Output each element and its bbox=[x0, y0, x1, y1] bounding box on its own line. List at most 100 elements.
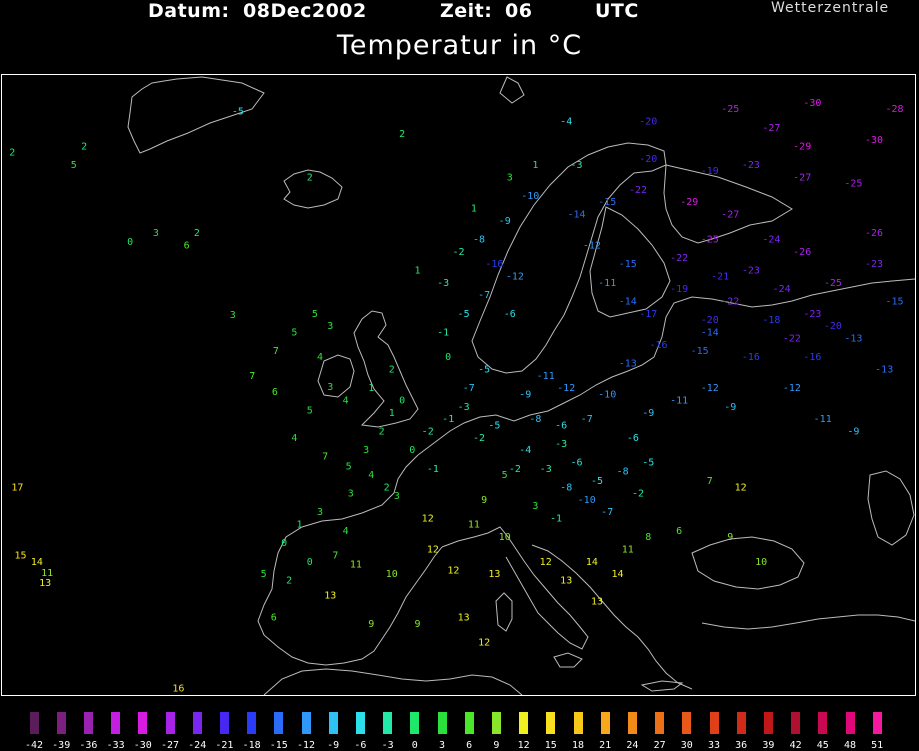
temperature-value: -19 bbox=[670, 284, 688, 295]
legend-item: 45 bbox=[809, 706, 837, 751]
temperature-value: 1 bbox=[389, 408, 395, 419]
legend-label: 21 bbox=[599, 740, 612, 751]
temperature-value: 3 bbox=[348, 489, 354, 500]
temperature-value: -12 bbox=[701, 383, 719, 394]
legend-label: 12 bbox=[517, 740, 530, 751]
temperature-value: -16 bbox=[485, 259, 503, 270]
temperature-value: 1 bbox=[368, 383, 374, 394]
zeit-value: 06 bbox=[505, 0, 533, 22]
legend-item: -39 bbox=[47, 706, 75, 751]
temperature-value: -6 bbox=[627, 433, 639, 444]
legend-label: -15 bbox=[269, 740, 288, 751]
temperature-value: -5 bbox=[458, 309, 470, 320]
temperature-value: -26 bbox=[865, 228, 883, 239]
legend-label: 33 bbox=[707, 740, 721, 751]
temperature-value: 0 bbox=[127, 237, 133, 248]
coast-black-sea bbox=[691, 536, 805, 590]
legend-label: -9 bbox=[327, 740, 340, 751]
temperature-value: -7 bbox=[601, 507, 613, 518]
coast-crete bbox=[640, 680, 684, 692]
legend-swatch bbox=[410, 712, 420, 734]
legend-label: 18 bbox=[571, 740, 585, 751]
temperature-value: 7 bbox=[249, 371, 255, 382]
legend-label: 3 bbox=[438, 740, 446, 751]
temperature-value: -6 bbox=[504, 309, 516, 320]
temperature-value: 2 bbox=[379, 427, 385, 438]
temperature-value: -12 bbox=[506, 272, 524, 283]
temperature-map: 17 15 14 11 13 16 2 3 7 6 5 4 3 4 7 5 4 7 5 3 2 1 0 3 4 2 3 12 -1 0 -2… bbox=[1, 74, 916, 696]
temperature-value: -20 bbox=[639, 117, 657, 128]
temperature-value: -30 bbox=[803, 98, 821, 109]
legend-item: -15 bbox=[265, 706, 293, 751]
temperature-value: -13 bbox=[875, 365, 893, 376]
legend-item: 30 bbox=[673, 706, 701, 751]
temperature-value: -27 bbox=[762, 123, 780, 134]
temperature-value: -8 bbox=[560, 482, 572, 493]
legend-swatch bbox=[627, 712, 637, 734]
temperature-value: -23 bbox=[865, 259, 883, 270]
legend-item: -27 bbox=[156, 706, 184, 751]
timezone-label: UTC bbox=[595, 0, 639, 22]
temperature-value: 6 bbox=[272, 387, 278, 398]
temperature-value: 2 bbox=[194, 228, 200, 239]
temperature-value: 0 bbox=[399, 396, 405, 407]
temperature-value: 6 bbox=[676, 526, 682, 537]
temperature-value: -26 bbox=[793, 247, 811, 258]
temperature-value: -7 bbox=[478, 290, 490, 301]
temperature-value: 5 bbox=[71, 160, 77, 171]
coast-svalbard bbox=[499, 76, 525, 104]
temperature-value: -7 bbox=[581, 414, 593, 425]
temperature-value: -20 bbox=[701, 315, 719, 326]
temperature-value: 13 bbox=[458, 613, 470, 624]
temperature-value: 5 bbox=[502, 470, 508, 481]
temperature-value: -15 bbox=[619, 259, 637, 270]
legend-swatch bbox=[709, 712, 719, 734]
temperature-value: -12 bbox=[783, 383, 801, 394]
temperature-value: -12 bbox=[583, 241, 601, 252]
coast-iceland bbox=[283, 169, 343, 209]
temperature-value: 3 bbox=[327, 321, 333, 332]
temperature-value: 4 bbox=[291, 433, 297, 444]
temperature-value: 10 bbox=[499, 532, 511, 543]
map-title: Temperatur in °C bbox=[336, 30, 583, 61]
legend-swatch bbox=[274, 712, 284, 734]
legend-label: 30 bbox=[680, 740, 693, 751]
temperature-value: 1 bbox=[471, 203, 477, 214]
temperature-value: 0 bbox=[281, 538, 287, 549]
temperature-value: -29 bbox=[793, 141, 811, 152]
temperature-value: -7 bbox=[463, 383, 475, 394]
temperature-value: -5 bbox=[232, 107, 244, 118]
temperature-value: 4 bbox=[343, 396, 349, 407]
legend-swatch bbox=[219, 712, 229, 734]
legend-label: 9 bbox=[493, 740, 500, 751]
legend-swatch bbox=[845, 712, 855, 734]
temperature-value: -2 bbox=[452, 247, 464, 258]
temperature-value: -23 bbox=[742, 160, 760, 171]
legend-item: 27 bbox=[646, 706, 674, 751]
temperature-value: 1 bbox=[414, 265, 420, 276]
temperature-value: 13 bbox=[324, 590, 336, 601]
legend-swatch bbox=[546, 712, 556, 734]
temperature-value: -8 bbox=[529, 414, 541, 425]
temperature-value: 12 bbox=[447, 566, 459, 577]
temperature-value: 6 bbox=[184, 241, 190, 252]
temperature-value: 7 bbox=[322, 451, 328, 462]
legend-item: 42 bbox=[782, 706, 810, 751]
legend-label: -24 bbox=[188, 740, 207, 751]
temperature-value: 11 bbox=[622, 544, 634, 555]
legend-label: 15 bbox=[544, 740, 557, 751]
legend-swatch bbox=[519, 712, 529, 734]
legend-swatch bbox=[736, 712, 746, 734]
temperature-value: -16 bbox=[649, 340, 667, 351]
legend-swatch bbox=[655, 712, 665, 734]
temperature-value: 12 bbox=[478, 637, 490, 648]
temperature-value: 13 bbox=[488, 569, 500, 580]
temperature-value: -16 bbox=[803, 352, 821, 363]
temperature-value: 2 bbox=[389, 365, 395, 376]
temperature-value: 0 bbox=[445, 352, 451, 363]
legend-label: -18 bbox=[242, 740, 261, 751]
temperature-value: -5 bbox=[591, 476, 603, 487]
temperature-value: -15 bbox=[598, 197, 616, 208]
temperature-value: 0 bbox=[307, 557, 313, 568]
legend-item: 9 bbox=[482, 706, 510, 751]
